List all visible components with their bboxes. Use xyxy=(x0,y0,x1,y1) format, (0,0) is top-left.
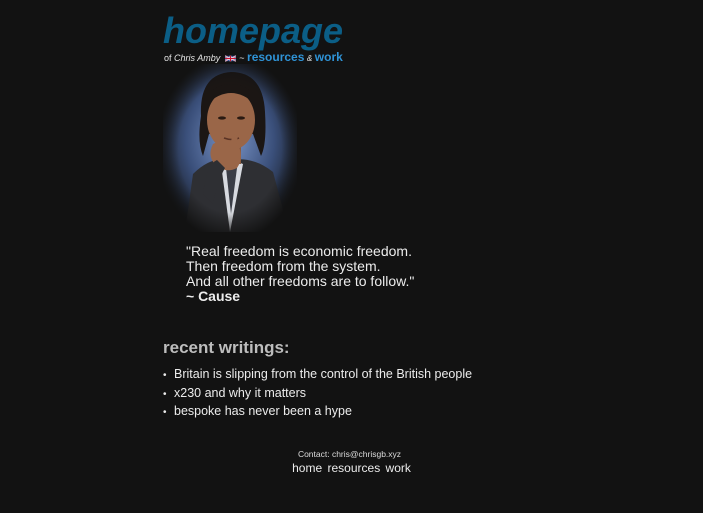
author-name: Chris Amby xyxy=(174,53,221,63)
uk-flag-icon xyxy=(224,55,236,62)
footer-nav: home resources work xyxy=(0,461,703,475)
list-item[interactable]: Britain is slipping from the control of … xyxy=(163,366,472,385)
list-item[interactable]: bespoke has never been a hype xyxy=(163,403,472,422)
quote-line: And all other freedoms are to follow." xyxy=(186,273,415,289)
subtitle-prefix: of xyxy=(164,53,172,63)
resources-link[interactable]: resources xyxy=(247,50,304,64)
page: homepage of Chris Amby ~ resources & wor… xyxy=(0,0,703,513)
site-title[interactable]: homepage xyxy=(163,10,343,52)
portrait-photo xyxy=(163,64,297,232)
footer-link-resources[interactable]: resources xyxy=(328,461,381,475)
recent-writings-heading: recent writings: xyxy=(163,338,290,357)
quote-author: ~ Cause xyxy=(186,288,241,304)
contact-email[interactable]: Contact: chris@chrisgb.xyz xyxy=(0,449,703,460)
footer-link-home[interactable]: home xyxy=(292,461,322,475)
writings-list: Britain is slipping from the control of … xyxy=(163,366,472,422)
subtitle-separator: ~ xyxy=(239,53,245,63)
quote-line: "Real freedom is economic freedom. xyxy=(186,243,412,259)
footer-link-work[interactable]: work xyxy=(386,461,411,475)
quote: "Real freedom is economic freedom. Then … xyxy=(186,244,414,304)
quote-line: Then freedom from the system. xyxy=(186,258,381,274)
footer: Contact: chris@chrisgb.xyz home resource… xyxy=(0,449,703,475)
list-item[interactable]: x230 and why it matters xyxy=(163,385,472,404)
work-link[interactable]: work xyxy=(315,50,343,64)
ampersand: & xyxy=(306,54,313,63)
